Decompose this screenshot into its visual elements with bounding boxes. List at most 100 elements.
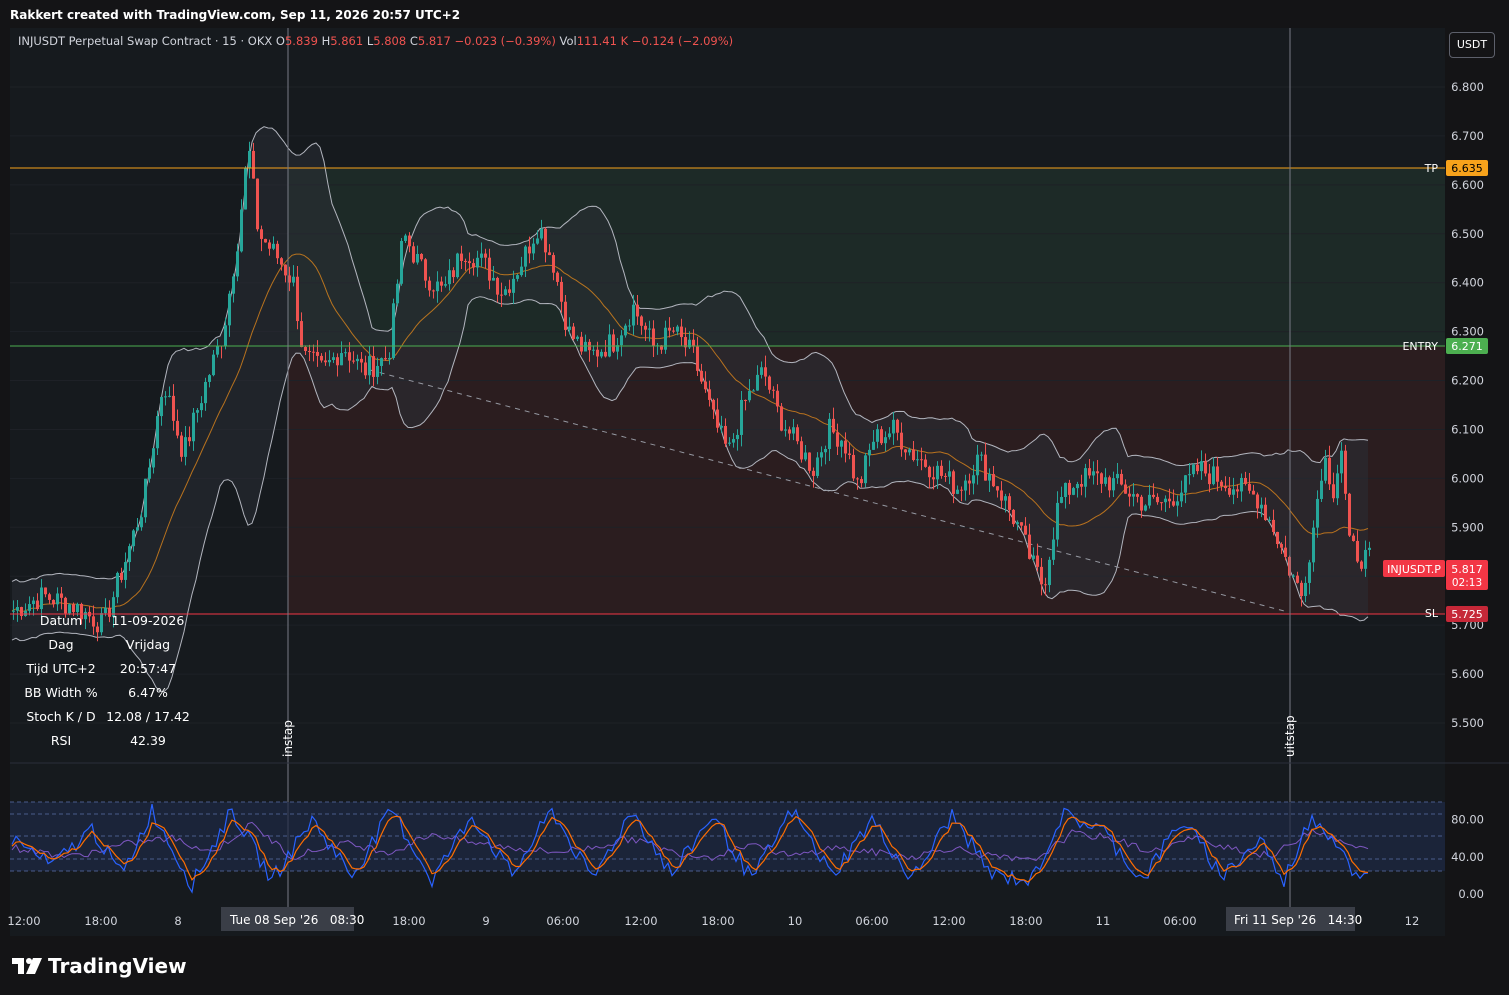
candle-body [820,452,823,458]
candle-body [1148,494,1151,506]
candle-body [12,610,15,612]
candle-body [580,336,583,352]
candle-body [996,486,999,491]
candle-body [712,399,715,410]
candle-body [700,370,703,382]
candle-body [516,275,519,279]
candle-body [1236,489,1239,492]
tp-price-tag-value: 6.635 [1451,162,1483,175]
candle-body [172,395,175,421]
candle-body [168,395,171,397]
candle-body [1272,519,1275,532]
candle-body [1108,477,1111,491]
info-label: Dag [48,636,74,652]
candle-body [1020,522,1023,526]
tradingview-logo[interactable]: TradingView [12,954,187,978]
candle-body [1068,482,1071,495]
candle-body [744,399,747,401]
candle-body [1004,496,1007,501]
candle-body [952,471,955,494]
candle-body [752,390,755,392]
candle-body [720,425,723,428]
close-label: C [409,34,418,48]
candle-body [160,396,163,417]
candle-body [1256,494,1259,509]
candle-body [1104,477,1107,484]
candle-body [316,351,319,356]
currency-unit-button[interactable]: USDT [1449,32,1495,58]
candle-body [188,437,191,442]
candle-body [148,467,151,479]
candle-body [988,474,991,481]
candle-body [904,449,907,453]
candle-body [1120,473,1123,485]
high-label: H [321,34,331,48]
candle-body [668,327,671,331]
time-tick-label: 12:00 [624,914,657,928]
price-chart[interactable]: instap uitstap 6.800 6.700 6.600 6.500 6.400… [0,0,1509,940]
candle-body [136,527,139,531]
candle-body [912,449,915,461]
candle-body [44,587,47,595]
candle-body [1164,498,1167,503]
candle-body [1320,480,1323,499]
candle-body [1096,471,1099,474]
candle-body [560,281,563,302]
candle-body [624,325,627,336]
candle-body [280,258,283,265]
candle-body [1240,477,1243,492]
candle-body [1040,566,1043,585]
candle-body [1156,496,1159,503]
candle-body [796,427,799,442]
sl-price-tag-value: 5.725 [1451,608,1483,621]
candle-body [800,441,803,460]
candle-body [460,253,463,261]
candle-body [1348,493,1351,536]
candle-body [1088,468,1091,476]
candle-body [428,280,431,291]
info-label: Tijd UTC+2 [26,660,96,676]
candle-body [1124,484,1127,494]
candle-body [448,270,451,285]
candle-body [496,277,499,295]
price-tick-label: 6.400 [1451,276,1484,290]
tradingview-logo-icon [12,958,42,974]
candle-body [1140,496,1143,511]
candle-body [140,517,143,528]
candle-body [832,418,835,433]
info-row-date: Datum 11-09-2026 [22,608,196,632]
candle-body [1144,505,1147,511]
candle-body [804,452,807,460]
info-label: BB Width % [24,684,98,700]
candle-body [984,454,987,481]
low-value: 5.808 [373,34,407,48]
candle-body [312,351,315,353]
candle-body [844,440,847,454]
candle-body [1176,501,1179,506]
exit-marker-label: uitstap [1283,715,1297,757]
candle-body [308,351,311,353]
candle-body [472,263,475,268]
price-tick-label: 5.600 [1451,667,1484,681]
candle-body [808,452,811,471]
candle-body [548,252,551,256]
candle-body [464,260,467,262]
price-tick-label: 6.200 [1451,374,1484,388]
candle-body [628,325,631,327]
candle-body [968,480,971,484]
candle-body [856,478,859,480]
candle-body [828,418,831,449]
price-tick-label: 6.800 [1451,80,1484,94]
candle-body [1188,474,1191,476]
bar-countdown: 02:13 [1452,577,1482,589]
candle-body [60,593,63,598]
info-row-bb-width: BB Width % 6.47% [22,680,196,704]
candle-body [40,587,43,610]
candle-body [416,253,419,263]
symbol-legend[interactable]: INJUSDT Perpetual Swap Contract · 15 · O… [18,34,733,48]
info-value: 11-09-2026 [111,612,185,628]
footer: TradingView [0,940,1509,995]
candle-body [124,562,127,580]
candle-body [784,429,787,431]
candle-body [264,238,267,243]
